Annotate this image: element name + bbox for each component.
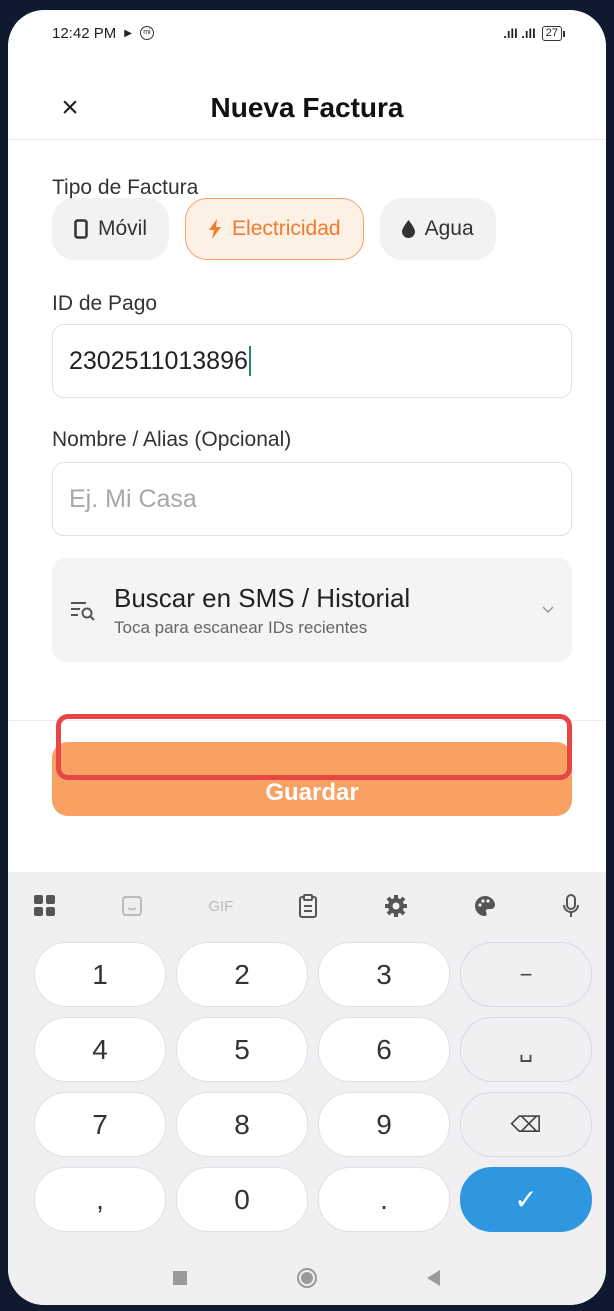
key-9[interactable]: 9	[318, 1092, 450, 1157]
chip-label: Móvil	[98, 217, 148, 240]
sms-search-subtitle: Toca para escanear IDs recientes	[114, 617, 368, 637]
key-enter[interactable]: ✓	[460, 1167, 592, 1232]
mi-icon: mi	[139, 26, 154, 40]
microphone-icon[interactable]	[562, 894, 580, 918]
palette-icon[interactable]	[473, 894, 497, 918]
payment-id-label: ID de Pago	[52, 292, 158, 315]
alias-placeholder: Ej. Mi Casa	[69, 484, 197, 513]
system-nav-bar	[8, 1250, 606, 1305]
alias-label: Nombre / Alias (Opcional)	[52, 428, 292, 451]
bolt-icon	[209, 219, 222, 239]
key-6[interactable]: 6	[318, 1017, 450, 1082]
search-list-icon	[71, 602, 95, 621]
divider	[8, 720, 606, 721]
recents-icon[interactable]	[172, 1270, 187, 1285]
key-4[interactable]: 4	[34, 1017, 166, 1082]
key-minus[interactable]: −	[460, 942, 592, 1007]
chip-electricidad[interactable]: Electricidad	[185, 198, 364, 260]
key-backspace[interactable]: ⌫	[460, 1092, 592, 1157]
gear-icon[interactable]	[384, 894, 408, 918]
key-space[interactable]: ␣	[460, 1017, 592, 1082]
phone-screen: 12:42 PM ▶ mi .ıll .ıll 27 × Nueva Factu…	[8, 10, 606, 1305]
key-5[interactable]: 5	[176, 1017, 308, 1082]
status-time: 12:42 PM	[52, 24, 117, 42]
sticker-icon[interactable]	[121, 895, 143, 917]
bill-type-chips: Móvil Electricidad Agua	[52, 198, 496, 260]
home-icon[interactable]	[296, 1267, 318, 1289]
key-period[interactable]: .	[318, 1167, 450, 1232]
chip-label: Agua	[424, 217, 474, 240]
status-bar: 12:42 PM ▶ mi .ıll .ıll 27	[8, 10, 606, 56]
sms-search-card[interactable]: Buscar en SMS / Historial Toca para esca…	[52, 558, 572, 662]
key-0[interactable]: 0	[176, 1167, 308, 1232]
app-header: × Nueva Factura	[8, 76, 606, 140]
bill-type-label: Tipo de Factura	[52, 176, 199, 199]
chip-movil[interactable]: Móvil	[52, 198, 170, 260]
back-icon[interactable]	[427, 1269, 441, 1286]
play-icon: ▶	[124, 27, 132, 39]
drop-icon	[401, 220, 415, 238]
clipboard-icon[interactable]	[298, 894, 318, 918]
apps-grid-icon[interactable]	[34, 895, 56, 917]
signal-icon: .ıll .ıll	[503, 25, 536, 41]
save-button[interactable]: Guardar	[52, 742, 572, 816]
battery-icon: 27	[541, 25, 566, 41]
sms-search-title: Buscar en SMS / Historial	[114, 582, 411, 613]
mobile-icon	[74, 219, 88, 239]
payment-id-value: 2302511013896	[69, 346, 248, 375]
page-title: Nueva Factura	[210, 91, 404, 123]
close-button[interactable]: ×	[52, 90, 88, 126]
key-7[interactable]: 7	[34, 1092, 166, 1157]
key-2[interactable]: 2	[176, 942, 308, 1007]
text-cursor	[248, 346, 251, 376]
numeric-keyboard: GIF 1 2 3 − 4 5 6 ␣ 7 8 9 ⌫ , 0 . ✓	[8, 872, 606, 1305]
gif-icon[interactable]: GIF	[208, 898, 233, 915]
chevron-down-icon	[542, 606, 554, 614]
key-8[interactable]: 8	[176, 1092, 308, 1157]
alias-input[interactable]: Ej. Mi Casa	[52, 462, 572, 536]
key-comma[interactable]: ,	[34, 1167, 166, 1232]
key-3[interactable]: 3	[318, 942, 450, 1007]
chip-agua[interactable]: Agua	[379, 198, 496, 260]
key-1[interactable]: 1	[34, 942, 166, 1007]
keypad: 1 2 3 − 4 5 6 ␣ 7 8 9 ⌫ , 0 . ✓	[34, 942, 594, 1242]
chip-label: Electricidad	[232, 217, 341, 240]
save-button-label: Guardar	[265, 779, 359, 806]
keyboard-toolbar: GIF	[8, 872, 606, 940]
payment-id-input[interactable]: 2302511013896	[52, 324, 572, 398]
